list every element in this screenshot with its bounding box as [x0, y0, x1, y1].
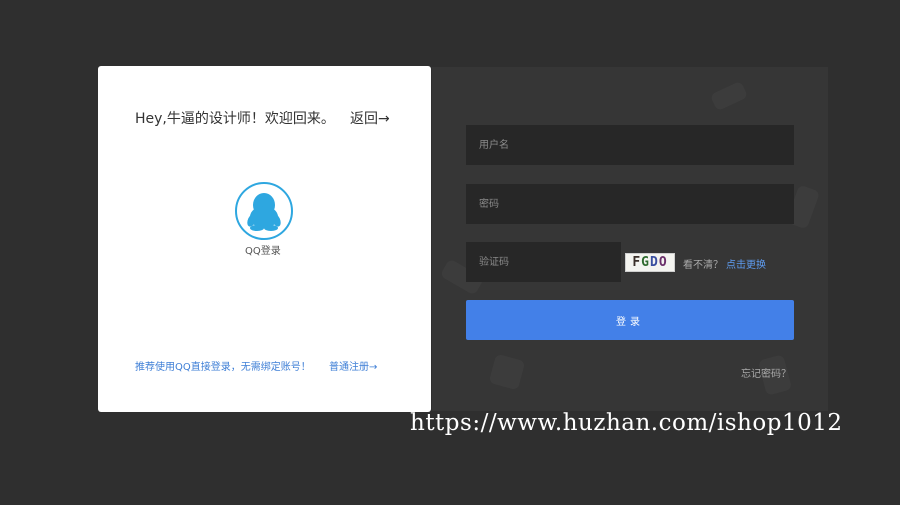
watermark-url: https://www.huzhan.com/ishop1012: [410, 410, 843, 436]
captcha-char: O: [658, 255, 668, 270]
qq-login-button[interactable]: [235, 182, 293, 240]
register-link[interactable]: 普通注册→: [329, 358, 377, 373]
cant-see-text: 看不清？: [683, 260, 723, 271]
password-input[interactable]: [466, 184, 794, 224]
login-panel-background: [432, 67, 828, 411]
qq-penguin-icon: [247, 193, 281, 231]
qq-login-card: Hey,牛逼的设计师！欢迎回来。 返回→ QQ登录 推荐使用QQ直接登录，无需绑…: [98, 66, 431, 412]
background-decoration: [488, 353, 526, 391]
welcome-greeting: Hey,牛逼的设计师！欢迎回来。: [135, 111, 335, 127]
username-input[interactable]: [466, 125, 794, 165]
login-button[interactable]: 登录: [466, 300, 794, 340]
refresh-captcha-link[interactable]: 点击更换: [726, 256, 766, 271]
background-decoration: [709, 80, 749, 112]
recommend-text: 推荐使用QQ直接登录，无需绑定账号！: [135, 362, 311, 373]
captcha-char: G: [641, 255, 650, 270]
back-link[interactable]: 返回→: [350, 108, 390, 128]
captcha-char: F: [632, 255, 642, 270]
captcha-input[interactable]: [466, 242, 621, 282]
captcha-char: D: [650, 255, 659, 270]
forgot-password-link[interactable]: 忘记密码？: [741, 365, 791, 380]
captcha-image[interactable]: F G D O: [625, 253, 675, 272]
qq-login-label: QQ登录: [245, 246, 281, 257]
